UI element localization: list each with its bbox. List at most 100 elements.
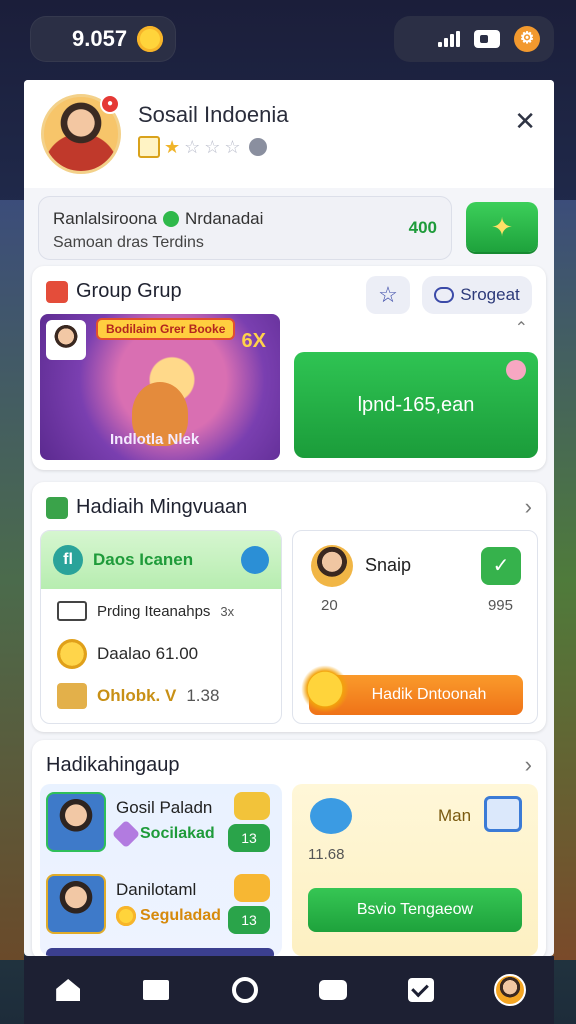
chevron-right-icon[interactable]: ›: [525, 494, 532, 520]
user-avatar: [46, 874, 106, 934]
green-dot-icon: [162, 211, 179, 227]
gold-icon: [234, 792, 270, 820]
weekly-reward-section: Hadiaih Mingvuaan › fl Daos Icanen Prdin…: [32, 482, 546, 732]
group-action-label: lpnd-165,ean: [357, 393, 475, 416]
share-button[interactable]: Srogeat: [422, 276, 532, 314]
nav-tasks[interactable]: [401, 970, 441, 1010]
promo-action-button[interactable]: ✦: [466, 202, 538, 252]
rank-icon: [138, 136, 160, 158]
weekly-left-card[interactable]: fl Daos Icanen Prding Iteanahps 3x Daala…: [40, 530, 282, 724]
check-icon: [408, 978, 435, 1002]
list-item[interactable]: Danilotaml Seguladad 13: [46, 872, 276, 942]
profile-header: ● Sosail Indoenia ★ ☆ ☆ ☆ ✕: [24, 80, 554, 188]
nav-search[interactable]: [225, 970, 265, 1010]
event-label: Indlotla Nlek: [110, 431, 200, 448]
event-avatar: [46, 320, 86, 360]
star-empty-icon: ☆: [204, 136, 221, 157]
rewards-section: Hadikahingaup › Gosil Paladn Socilakad 1…: [32, 740, 546, 956]
weekly-left-header-text: Daos Icanen: [93, 550, 194, 569]
heart-icon: [506, 360, 526, 380]
promo-value: 400: [408, 218, 437, 237]
search-icon: [231, 977, 258, 1003]
gem-icon: [111, 819, 141, 849]
list-item-title: Danilotaml: [116, 880, 197, 899]
main-panel: ● Sosail Indoenia ★ ☆ ☆ ☆ ✕ Ranlalsiroon…: [24, 80, 554, 956]
coin-icon: [57, 639, 87, 669]
list-peek: [46, 948, 274, 956]
weekly-title-text: Hadiaih Mingvuaan: [76, 496, 248, 518]
count-pill[interactable]: 13: [228, 906, 270, 934]
weekly-title: Hadiaih Mingvuaan: [46, 496, 247, 519]
chat-icon: [434, 287, 455, 303]
folder-icon: [143, 980, 170, 1000]
rewards-list: Gosil Paladn Socilakad 13 Danilotaml Seg…: [40, 784, 282, 956]
event-multiplier: 6X: [241, 330, 266, 352]
group-title: Group Grup: [46, 280, 182, 303]
profile-rating: ★ ☆ ☆ ☆: [138, 136, 267, 158]
star-icon: ★: [164, 136, 181, 157]
promo-card[interactable]: Ranlalsiroona Nrdanadai Samoan dras Terd…: [38, 196, 452, 260]
group-section: Group Grup ☆ Srogeat ⌃ Bodilaim Grer Boo…: [32, 266, 546, 470]
signal-icon: [438, 31, 460, 47]
bottom-nav: [24, 956, 554, 1024]
promo-text-b: Nrdanadai: [184, 209, 264, 228]
weekly-row-2: Daalao 61.00: [57, 639, 198, 669]
event-banner-image[interactable]: Bodilaim Grer Booke 6X Indlotla Nlek: [40, 314, 280, 460]
rewards-right-label: Man: [438, 806, 472, 825]
moon-icon: [248, 138, 267, 156]
chevron-up-icon[interactable]: ⌃: [515, 318, 528, 338]
weekly-right-name: Snaip: [365, 555, 412, 575]
promo-row: Ranlalsiroona Nrdanadai Samoan dras Terd…: [24, 192, 554, 264]
list-item[interactable]: Gosil Paladn Socilakad 13: [46, 790, 276, 860]
rewards-right-button[interactable]: Bsvio Tengaeow: [308, 888, 522, 932]
game-icon: [319, 980, 348, 1000]
coin-value: 9.057: [72, 26, 128, 51]
promo-subtitle: Samoan dras Terdins: [53, 234, 204, 251]
nav-folder[interactable]: [136, 970, 176, 1010]
rewards-right-value: 11.68: [308, 846, 345, 863]
count-pill[interactable]: 13: [228, 824, 270, 852]
cloud-icon: [310, 798, 352, 834]
nav-games[interactable]: [313, 970, 353, 1010]
rewards-title: Hadikahingaup: [46, 754, 179, 777]
rewards-right-card[interactable]: Man 11.68 Bsvio Tengaeow: [292, 784, 538, 956]
claim-reward-label: Hadik Dntoonah: [371, 686, 487, 703]
weekly-row-3: Ohlobk. V 1.38: [57, 683, 219, 709]
list-item-title: Gosil Paladn: [116, 798, 213, 817]
edit-icon[interactable]: [484, 796, 522, 832]
weekly-right-num2: 995: [487, 597, 513, 614]
share-label: Srogeat: [460, 285, 520, 304]
top-status-bar: 9.057 ⚙: [0, 0, 576, 78]
sun-icon: [116, 906, 136, 926]
chick-icon: [234, 874, 270, 902]
sun-icon: [301, 665, 349, 713]
background-right: [552, 200, 576, 960]
tools-icon[interactable]: ✕: [514, 106, 536, 137]
nav-profile[interactable]: [490, 970, 530, 1010]
trophy-icon: ✦: [491, 211, 513, 242]
star-empty-icon: ☆: [184, 136, 201, 157]
weekly-right-card[interactable]: Snaip ✓ 20 995 Hadik Dntoonah: [292, 530, 538, 724]
check-icon[interactable]: ✓: [481, 547, 521, 585]
coin-balance[interactable]: 9.057: [30, 16, 176, 62]
gift-icon: [46, 496, 68, 519]
weekly-left-header: fl Daos Icanen: [41, 531, 281, 589]
rewards-right-button-label: Bsvio Tengaeow: [356, 901, 474, 918]
wifi-icon: [474, 30, 500, 48]
status-icons: ⚙: [394, 16, 554, 62]
star-empty-icon: ☆: [224, 136, 241, 157]
promo-text-a: Ranlalsiroona: [53, 209, 157, 228]
event-banner-text: Bodilaim Grer Booke: [96, 318, 236, 340]
favorite-button[interactable]: ☆: [366, 276, 410, 314]
weekly-row-3-b: 1.38: [186, 686, 220, 705]
weekly-right-num1: 20: [321, 597, 338, 614]
group-icon: [46, 280, 68, 303]
weekly-row-3-a: Ohlobk. V: [97, 686, 177, 705]
chevron-right-icon[interactable]: ›: [525, 752, 532, 778]
treasure-icon: [57, 683, 87, 709]
settings-icon[interactable]: ⚙: [514, 26, 540, 52]
arrow-circle-icon[interactable]: [241, 546, 269, 574]
nav-home[interactable]: [48, 970, 88, 1010]
list-item-subtitle: Seguladad: [116, 906, 221, 926]
group-action-button[interactable]: lpnd-165,ean: [294, 352, 538, 458]
